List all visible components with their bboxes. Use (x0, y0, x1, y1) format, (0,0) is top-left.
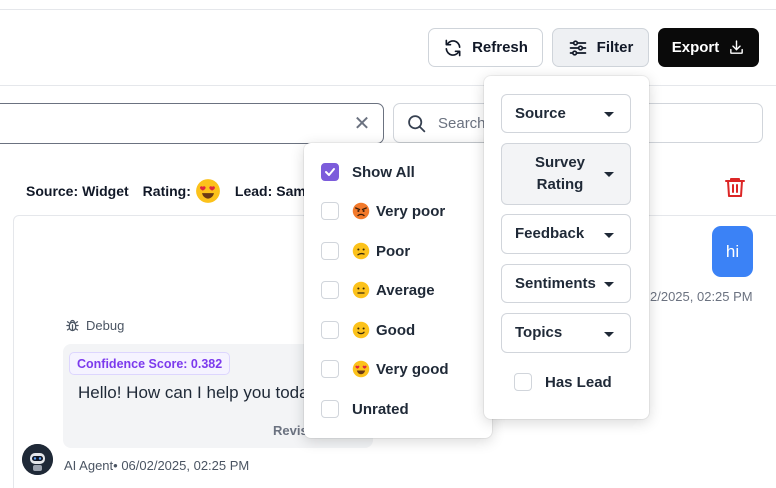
source-value: Widget (82, 183, 129, 199)
export-button[interactable]: Export (658, 28, 759, 67)
lead-label: Lead: (234, 183, 273, 199)
caret-down-icon (604, 112, 614, 117)
heart-eyes-face-icon (195, 179, 220, 203)
header-divider (0, 85, 776, 86)
check-icon (325, 168, 335, 176)
rating-option-good[interactable]: Good (321, 320, 415, 340)
refresh-button[interactable]: Refresh (428, 28, 543, 67)
angry-face-icon (352, 202, 370, 220)
rating-option-very-poor[interactable]: Very poor (321, 201, 445, 221)
checkbox[interactable] (321, 321, 339, 339)
conversation-search-input[interactable] (0, 103, 384, 144)
rating-dropdown: Show All Very poor Poor Average Good Ver… (304, 143, 492, 438)
refresh-label: Refresh (472, 39, 528, 56)
confused-face-icon (352, 242, 370, 260)
neutral-face-icon (352, 281, 370, 299)
checkbox[interactable] (321, 281, 339, 299)
user-message-timestamp: 2/2025, 02:25 PM (650, 289, 753, 304)
conversation-meta: Source: Widget Rating: Lead: Sam (26, 178, 306, 204)
agent-message-meta: AI Agent• 06/02/2025, 02:25 PM (64, 458, 250, 473)
revise-button[interactable]: Revis (273, 423, 308, 438)
caret-down-icon (604, 282, 614, 287)
caret-down-icon (604, 332, 614, 337)
checkbox[interactable] (321, 360, 339, 378)
delete-icon[interactable] (723, 175, 747, 199)
search-icon (408, 115, 426, 133)
rating-option-unrated[interactable]: Unrated (321, 399, 409, 419)
caret-down-icon (604, 172, 614, 177)
agent-avatar (22, 444, 53, 475)
user-message-bubble: hi (712, 226, 753, 277)
survey-rating-filter-select[interactable]: Survey Rating (501, 143, 631, 205)
checkbox[interactable] (321, 400, 339, 418)
filter-label: Filter (596, 39, 634, 56)
debug-toggle[interactable]: Debug (65, 318, 124, 333)
checkbox[interactable] (321, 242, 339, 260)
download-icon (730, 40, 744, 54)
agent-message-text: Hello! How can I help you today? (78, 383, 318, 402)
checkbox[interactable] (321, 163, 339, 181)
debug-label: Debug (86, 318, 125, 333)
source-label: Source: (26, 183, 79, 199)
refresh-icon (445, 39, 461, 56)
rating-option-show-all[interactable]: Show All (321, 162, 415, 182)
export-label: Export (671, 39, 720, 56)
has-lead-checkbox[interactable]: Has Lead (514, 373, 612, 391)
rating-option-poor[interactable]: Poor (321, 241, 410, 261)
clear-search-icon[interactable]: ✕ (352, 114, 372, 134)
search-placeholder: Search (438, 115, 486, 132)
caret-down-icon (604, 233, 614, 238)
source-filter-select[interactable]: Source (501, 94, 631, 133)
rating-label: Rating: (142, 183, 191, 199)
checkbox[interactable] (321, 202, 339, 220)
heart-eyes-face-icon (352, 360, 370, 378)
rating-option-average[interactable]: Average (321, 280, 435, 300)
topics-filter-select[interactable]: Topics (501, 313, 631, 353)
filter-dropdown: Source Survey Rating Feedback Sentiments… (484, 76, 649, 419)
sentiments-filter-select[interactable]: Sentiments (501, 264, 631, 303)
bug-icon (66, 319, 79, 332)
robot-icon (22, 444, 53, 475)
filter-button[interactable]: Filter (552, 28, 649, 67)
sliders-icon (569, 39, 586, 56)
top-divider (0, 9, 776, 10)
confidence-badge: Confidence Score: 0.382 (69, 352, 231, 375)
slightly-smiling-face-icon (352, 321, 370, 339)
lead-value: Sam (276, 183, 306, 199)
checkbox[interactable] (514, 373, 532, 391)
feedback-filter-select[interactable]: Feedback (501, 214, 631, 254)
rating-option-very-good[interactable]: Very good (321, 359, 449, 379)
